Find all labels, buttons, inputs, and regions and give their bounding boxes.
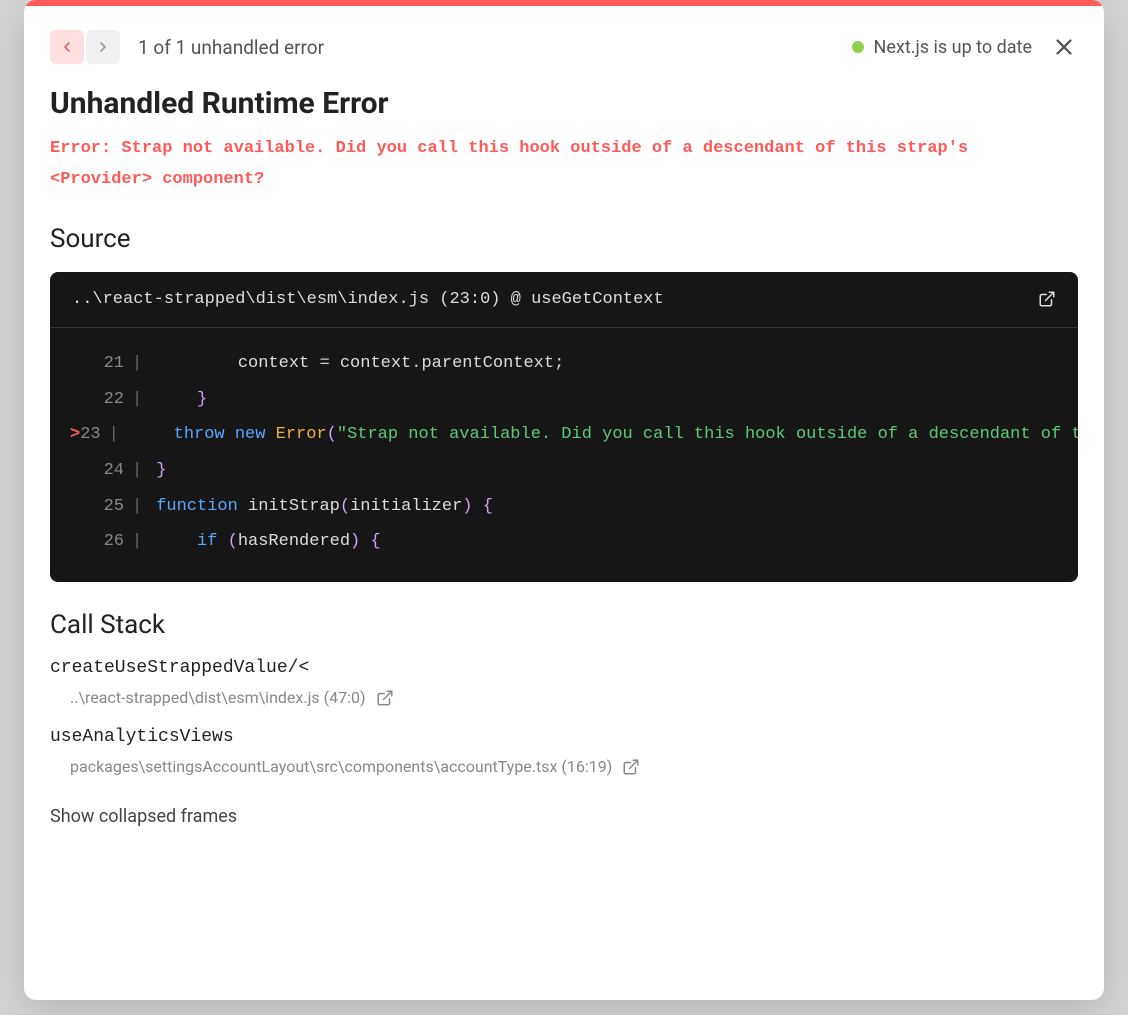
source-heading: Source	[50, 224, 1078, 254]
show-collapsed-frames-button[interactable]: Show collapsed frames	[50, 806, 237, 827]
stack-frame: useAnalyticsViews packages\settingsAccoun…	[50, 727, 1078, 776]
status-dot-icon	[852, 41, 864, 53]
open-in-editor-button[interactable]	[622, 758, 640, 776]
frame-location-text: ..\react-strapped\dist\esm\index.js (47:…	[70, 688, 366, 707]
code-text: context = context.parentContext;	[156, 346, 564, 382]
gutter-pipe: |	[124, 453, 156, 489]
code-text: }	[156, 453, 166, 489]
next-error-button[interactable]	[86, 30, 120, 64]
code-line: 26| if (hasRendered) {	[50, 524, 1078, 560]
frame-function: createUseStrappedValue/<	[50, 658, 1078, 678]
code-line: 25|function initStrap(initializer) {	[50, 489, 1078, 525]
error-nav	[50, 30, 120, 64]
close-icon	[1053, 36, 1075, 58]
error-message: Error: Strap not available. Did you call…	[50, 133, 1078, 196]
frame-location: packages\settingsAccountLayout\src\compo…	[50, 757, 1078, 776]
frame-location-text: packages\settingsAccountLayout\src\compo…	[70, 757, 612, 776]
prev-error-button[interactable]	[50, 30, 84, 64]
call-stack-list: createUseStrappedValue/< ..\react-strappe…	[50, 658, 1078, 776]
gutter-pipe: |	[124, 346, 156, 382]
line-number: 25	[88, 489, 124, 525]
error-counter: 1 of 1 unhandled error	[138, 36, 324, 59]
gutter-pipe: |	[124, 524, 156, 560]
external-link-icon	[376, 689, 394, 707]
line-number: 22	[88, 382, 124, 418]
code-text: if (hasRendered) {	[156, 524, 380, 560]
open-in-editor-button[interactable]	[1038, 290, 1056, 308]
code-line: 24|}	[50, 453, 1078, 489]
code-text: }	[156, 382, 207, 418]
status-text: Next.js is up to date	[874, 37, 1032, 58]
line-number: 24	[88, 453, 124, 489]
stack-frame: createUseStrappedValue/< ..\react-strappe…	[50, 658, 1078, 707]
external-link-icon	[622, 758, 640, 776]
close-button[interactable]	[1050, 33, 1078, 61]
chevron-right-icon	[95, 39, 111, 55]
gutter-pipe: |	[124, 382, 156, 418]
line-marker: >	[70, 417, 80, 453]
external-link-icon	[1038, 290, 1056, 308]
call-stack-heading: Call Stack	[50, 610, 1078, 640]
code-line: 22| }	[50, 382, 1078, 418]
nextjs-status: Next.js is up to date	[852, 37, 1032, 58]
error-overlay: 1 of 1 unhandled error Next.js is up to …	[24, 0, 1104, 1000]
code-line: >23| throw new Error("Strap not availabl…	[50, 417, 1078, 453]
gutter-pipe: |	[101, 417, 133, 453]
line-number: 21	[88, 346, 124, 382]
frame-location: ..\react-strapped\dist\esm\index.js (47:…	[50, 688, 1078, 707]
line-number: 26	[88, 524, 124, 560]
frame-function: useAnalyticsViews	[50, 727, 1078, 747]
code-line: 21| context = context.parentContext;	[50, 346, 1078, 382]
source-path: ..\react-strapped\dist\esm\index.js (23:…	[72, 290, 664, 309]
gutter-pipe: |	[124, 489, 156, 525]
overlay-header: 1 of 1 unhandled error Next.js is up to …	[50, 30, 1078, 64]
line-number: 23	[80, 417, 100, 453]
source-code-block: ..\react-strapped\dist\esm\index.js (23:…	[50, 272, 1078, 582]
source-code-lines: 21| context = context.parentContext;22| …	[50, 328, 1078, 582]
code-text: throw new Error("Strap not available. Di…	[133, 417, 1078, 453]
code-text: function initStrap(initializer) {	[156, 489, 493, 525]
open-in-editor-button[interactable]	[376, 689, 394, 707]
chevron-left-icon	[59, 39, 75, 55]
error-title: Unhandled Runtime Error	[50, 86, 1078, 121]
